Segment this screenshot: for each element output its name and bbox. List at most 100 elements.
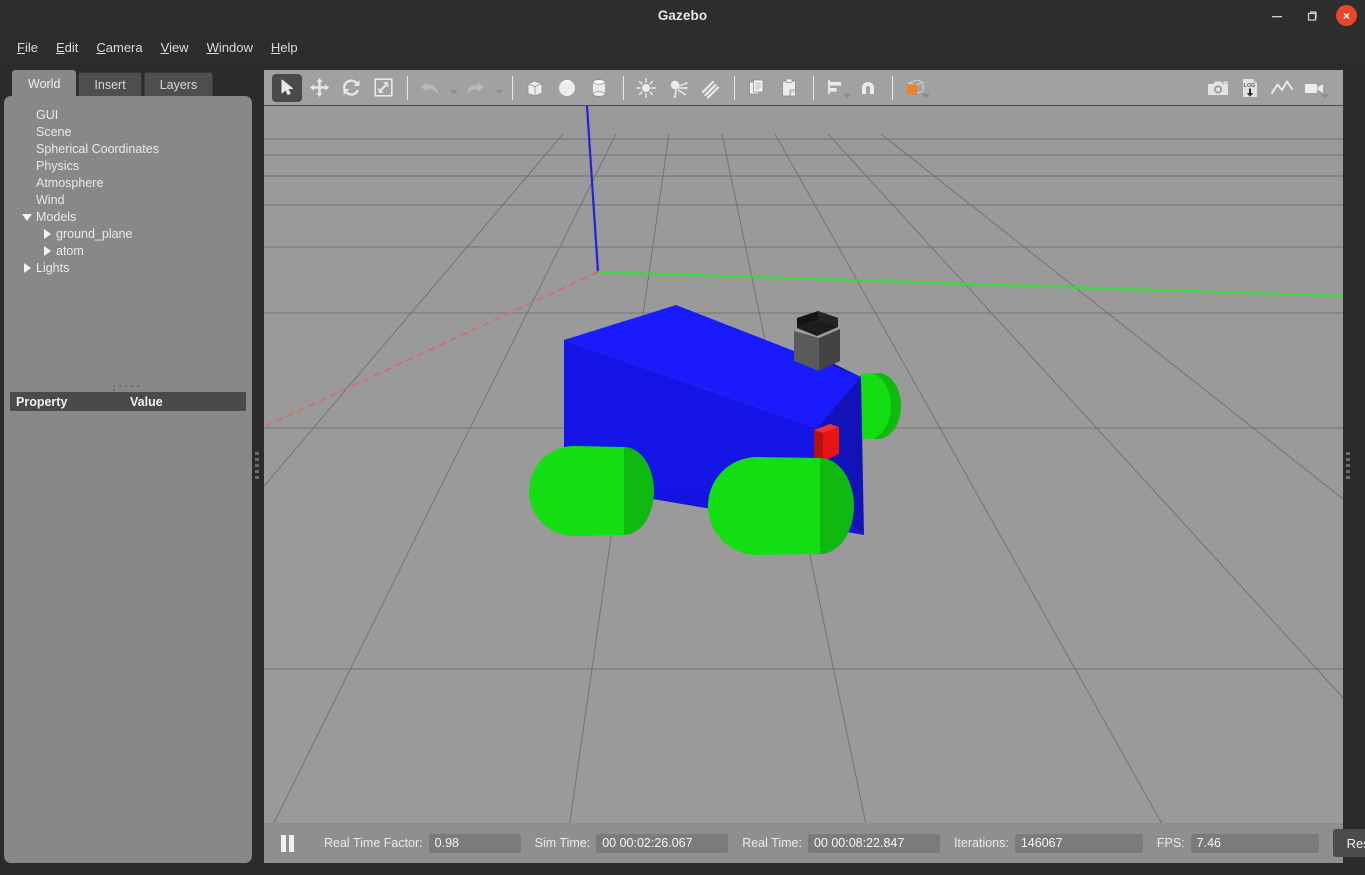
minimize-icon[interactable] [1266, 5, 1288, 27]
tree-item-wind[interactable]: Wind [18, 191, 252, 208]
chevron-right-icon[interactable] [42, 228, 54, 240]
iterations-label: Iterations: [953, 836, 1009, 850]
left-panel: World Insert Layers GUI Scene Spherical … [4, 70, 252, 863]
viewport-3d[interactable] [264, 106, 1343, 863]
sim-time-value: 00 00:02:26.067 [596, 833, 729, 853]
align-icon[interactable] [821, 74, 851, 102]
panel-resize-grip[interactable] [111, 384, 145, 391]
align-dropdown-icon[interactable] [843, 93, 851, 98]
tree-item-physics[interactable]: Physics [18, 157, 252, 174]
chevron-down-icon[interactable] [22, 211, 34, 223]
scene-toolbar: LOG [264, 70, 1343, 106]
menu-window[interactable]: Window [198, 36, 262, 59]
tree-item-lights[interactable]: Lights [18, 259, 252, 276]
tree-item-atom[interactable]: atom [18, 242, 252, 259]
column-header-value: Value [130, 394, 163, 409]
menu-view[interactable]: View [152, 36, 198, 59]
menu-edit[interactable]: Edit [47, 36, 87, 59]
tab-world[interactable]: World [12, 70, 77, 97]
real-time-factor-label: Real Time Factor: [324, 836, 423, 850]
rotate-icon[interactable] [336, 74, 366, 102]
sim-time-label: Sim Time: [534, 836, 591, 850]
chevron-right-icon[interactable] [42, 245, 54, 257]
tree-item-gui[interactable]: GUI [18, 106, 252, 123]
render-area: LOG [264, 70, 1343, 863]
menu-camera[interactable]: Camera [87, 36, 151, 59]
redo-dropdown-icon[interactable] [492, 74, 505, 102]
tree-label: GUI [36, 107, 59, 122]
reset-time-button[interactable]: Reset Time [1332, 829, 1365, 857]
tree-label: Scene [36, 124, 72, 139]
tree-label: Spherical Coordinates [36, 141, 159, 156]
status-bar: Real Time Factor: 0.98 Sim Time: 00 00:0… [264, 823, 1365, 863]
log-record-icon[interactable]: LOG [1235, 74, 1265, 102]
video-record-icon[interactable] [1299, 74, 1329, 102]
world-panel-body: GUI Scene Spherical Coordinates Physics … [4, 96, 252, 863]
redo-icon[interactable] [460, 74, 490, 102]
snap-icon[interactable] [853, 74, 883, 102]
tree-label: atom [56, 243, 84, 258]
select-icon[interactable] [272, 73, 302, 102]
paste-icon[interactable] [774, 74, 804, 102]
right-splitter[interactable] [1343, 70, 1353, 863]
left-splitter[interactable] [252, 70, 262, 863]
close-icon[interactable]: × [1336, 5, 1357, 26]
tree-item-models[interactable]: Models [18, 208, 252, 225]
menu-file[interactable]: File [8, 36, 47, 59]
tree-item-atmosphere[interactable]: Atmosphere [18, 174, 252, 191]
world-tree: GUI Scene Spherical Coordinates Physics … [4, 102, 252, 372]
directional-light-icon[interactable] [695, 74, 725, 102]
wheel-front-right [708, 457, 854, 555]
splitter-grip [1346, 451, 1350, 482]
view-angle-dropdown-icon[interactable] [922, 93, 930, 98]
plot-icon[interactable] [1267, 74, 1297, 102]
pause-button[interactable] [274, 830, 300, 856]
maximize-icon[interactable] [1301, 5, 1323, 27]
tree-label: ground_plane [56, 226, 133, 241]
tree-label: Models [36, 209, 77, 224]
cylinder-icon[interactable] [584, 74, 614, 102]
menu-bar: File Edit Camera View Window Help [0, 31, 1365, 63]
title-bar: Gazebo × [0, 0, 1365, 31]
tree-label: Atmosphere [36, 175, 104, 190]
chevron-right-icon[interactable] [22, 262, 34, 274]
tree-item-scene[interactable]: Scene [18, 123, 252, 140]
real-time-value: 00 00:08:22.847 [807, 833, 940, 853]
video-dropdown-icon[interactable] [1321, 94, 1329, 98]
toolbar-separator [734, 75, 735, 100]
point-light-icon[interactable] [631, 74, 661, 102]
copy-icon[interactable] [742, 74, 772, 102]
real-time-factor-value: 0.98 [428, 833, 521, 853]
tab-layers[interactable]: Layers [143, 72, 214, 97]
panel-tabs: World Insert Layers [4, 70, 252, 97]
view-angle-icon[interactable] [900, 74, 930, 102]
tree-item-ground-plane[interactable]: ground_plane [18, 225, 252, 242]
translate-icon[interactable] [304, 74, 334, 102]
splitter-grip [255, 451, 259, 482]
tree-label: Physics [36, 158, 80, 173]
undo-icon[interactable] [415, 74, 445, 102]
tab-insert[interactable]: Insert [78, 72, 142, 97]
tree-label: Wind [36, 192, 65, 207]
tree-label: Lights [36, 260, 70, 275]
window-title: Gazebo [657, 8, 708, 23]
sphere-icon[interactable] [552, 74, 582, 102]
scale-icon[interactable] [368, 74, 398, 102]
screenshot-icon[interactable] [1203, 74, 1233, 102]
toolbar-separator [813, 75, 814, 100]
toolbar-right-group: LOG [1203, 70, 1331, 106]
property-table-header: Property Value [10, 392, 246, 411]
fps-value: 7.46 [1190, 833, 1319, 853]
toolbar-separator [623, 75, 624, 100]
toolbar-separator [407, 75, 408, 100]
spot-light-icon[interactable] [663, 74, 693, 102]
undo-dropdown-icon[interactable] [447, 74, 460, 102]
box-icon[interactable] [520, 74, 550, 102]
window-controls: × [1266, 0, 1357, 31]
iterations-value: 146067 [1014, 833, 1143, 853]
wheel-front-left [529, 446, 654, 536]
menu-help[interactable]: Help [262, 36, 307, 59]
svg-text:LOG: LOG [1244, 83, 1256, 89]
tree-item-spherical-coordinates[interactable]: Spherical Coordinates [18, 140, 252, 157]
real-time-label: Real Time: [742, 836, 802, 850]
